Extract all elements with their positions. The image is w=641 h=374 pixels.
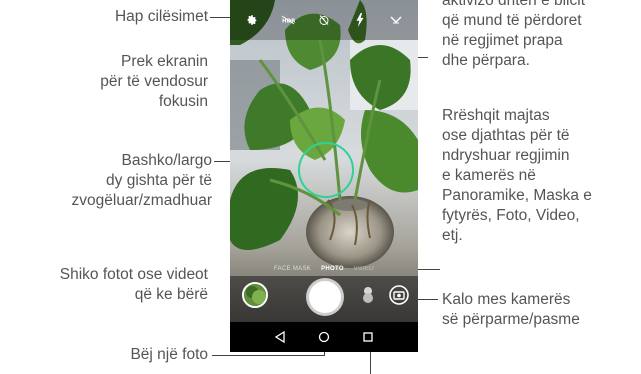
mode-video[interactable]: VIDEO — [354, 266, 374, 272]
shutter-button[interactable] — [306, 278, 344, 316]
swipe-label-line-6: fytyrës, Foto, Video, — [442, 207, 580, 224]
gallery-label-line-2: që ke bërë — [134, 286, 208, 303]
swipe-label-line-7: etj. — [442, 227, 463, 244]
hdr-off-icon[interactable]: HDR — [278, 10, 298, 30]
flash-label: aktivizo dritën e blicit që mund të përd… — [442, 0, 641, 71]
flash-label-line-2: që mund të përdoret — [442, 12, 582, 29]
home-circle-icon[interactable] — [317, 330, 331, 344]
capture-leader-h — [212, 355, 325, 356]
swipe-leader — [418, 269, 440, 270]
mode-face-mask[interactable]: FACE MASK — [274, 266, 311, 272]
swipe-label-line-4: e kamerës në — [442, 167, 536, 184]
flash-label-line-3: në regjimet prapa — [442, 32, 563, 49]
swipe-label-line-1: Rrëshqit majtas — [442, 107, 550, 124]
focus-label: Prek ekranin për të vendosur fokusin — [40, 52, 208, 112]
switch-camera-label-line-2: së përparme/pasme — [442, 311, 580, 328]
camera-top-bar: HDR — [230, 0, 418, 40]
phone-screen: HDR FACE MASK PHOTO VIDEO — [230, 0, 418, 352]
android-nav-bar — [230, 322, 418, 352]
zoom-label-line-1: Bashko/largo — [121, 152, 212, 169]
timer-off-icon[interactable] — [314, 10, 334, 30]
swipe-label-line-5: Panoramike, Maska e — [442, 187, 592, 204]
back-triangle-icon[interactable] — [273, 330, 287, 344]
filter-icon[interactable] — [360, 285, 376, 305]
switch-camera-icon[interactable] — [388, 284, 410, 306]
gear-icon[interactable] — [242, 10, 262, 30]
flash-icon[interactable] — [350, 10, 370, 30]
focus-ring — [298, 142, 354, 198]
gallery-thumbnail[interactable] — [242, 282, 268, 308]
zoom-leader — [214, 161, 230, 162]
gallery-label: Shiko fotot ose videot që ke bërë — [2, 265, 208, 305]
chevron-icon[interactable] — [386, 10, 406, 30]
switch-camera-label-line-1: Kalo mes kamerës — [442, 291, 571, 308]
settings-label: Hap cilësimet — [114, 8, 208, 25]
zoom-label-line-3: zvogëluar/zmadhuar — [71, 192, 212, 209]
switch-camera-label: Kalo mes kamerës së përparme/pasme — [442, 290, 641, 330]
recents-square-icon[interactable] — [361, 330, 375, 344]
mode-photo[interactable]: PHOTO — [321, 266, 344, 272]
zoom-label-line-2: dy gishta për të — [106, 172, 212, 189]
focus-label-line-1: Prek ekranin — [120, 53, 208, 70]
swipe-label: Rrëshqit majtas ose djathtas për të ndry… — [442, 106, 641, 246]
flash-label-line-1: aktivizo dritën e blicit — [442, 0, 586, 9]
swipe-label-line-3: ndryshuar regjimin — [442, 147, 570, 164]
camera-mode-selector[interactable]: FACE MASK PHOTO VIDEO — [230, 262, 418, 276]
focus-label-line-3: fokusin — [158, 93, 208, 110]
zoom-label: Bashko/largo dy gishta për të zvogëluar/… — [20, 151, 212, 211]
gallery-label-line-1: Shiko fotot ose videot — [59, 266, 208, 283]
flash-label-line-4: dhe përpara. — [442, 52, 530, 69]
capture-label: Bëj një foto — [130, 346, 208, 363]
camera-controls — [230, 276, 418, 322]
focus-label-line-2: për të vendosur — [100, 73, 208, 90]
swipe-label-line-2: ose djathtas për të — [442, 127, 570, 144]
